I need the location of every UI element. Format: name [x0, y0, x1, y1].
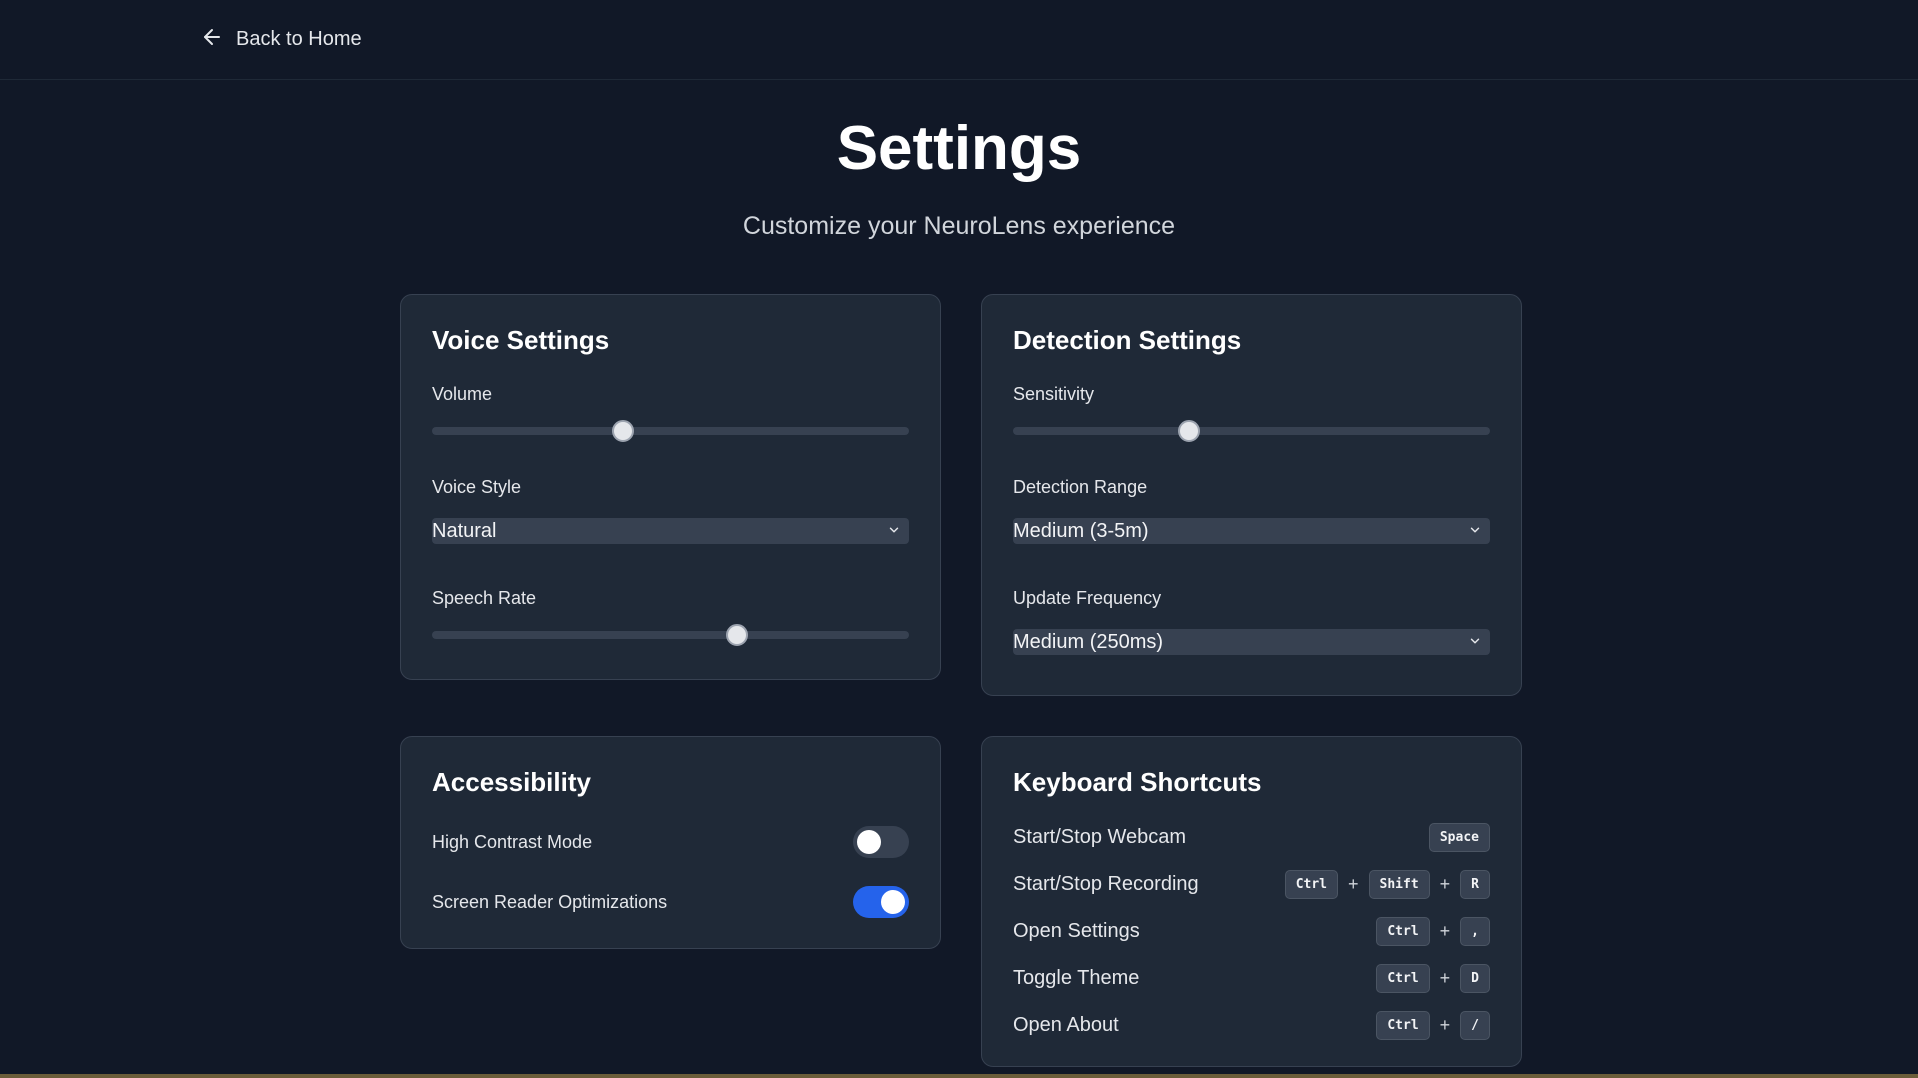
screen-reader-toggle[interactable] [853, 886, 909, 918]
key-cap: Ctrl [1376, 963, 1430, 993]
shortcut-label: Start/Stop Webcam [1013, 825, 1187, 848]
toggle-knob [857, 830, 881, 854]
detection-settings-title: Detection Settings [1013, 325, 1242, 355]
bottom-strip [0, 1074, 1918, 1078]
shortcut-keys: Ctrl + D [1376, 963, 1490, 993]
voice-settings-title: Voice Settings [432, 325, 610, 355]
key-cap: Ctrl [1376, 1010, 1430, 1040]
key-cap: , [1460, 916, 1490, 946]
page-subtitle: Customize your NeuroLens experience [742, 212, 1176, 240]
key-separator: + [1439, 873, 1451, 894]
toggle-knob [881, 890, 905, 914]
page-header: Settings Customize your NeuroLens experi… [0, 118, 1918, 241]
high-contrast-label: High Contrast Mode [432, 831, 593, 852]
accessibility-title: Accessibility [432, 767, 591, 797]
shortcut-keys: Ctrl +, [1376, 916, 1490, 946]
shortcut-keys: Ctrl + Shift + R [1284, 869, 1490, 899]
sensitivity-slider[interactable] [1013, 420, 1490, 442]
detection-range-select[interactable]: Medium (3-5m) [1013, 518, 1490, 544]
top-bar: Back to Home [0, 0, 1918, 80]
arrow-left-icon [200, 25, 224, 55]
key-separator: + [1439, 1014, 1451, 1035]
volume-label: Volume [432, 384, 493, 404]
key-cap: / [1460, 1010, 1490, 1040]
update-frequency-label: Update Frequency [1013, 588, 1162, 608]
key-cap: D [1460, 963, 1490, 993]
detection-range-label: Detection Range [1013, 477, 1148, 497]
voice-style-label: Voice Style [432, 477, 522, 497]
accessibility-card: Accessibility High Contrast Mode Screen … [400, 736, 941, 949]
key-cap: R [1460, 869, 1490, 899]
speech-rate-label: Speech Rate [432, 588, 537, 608]
high-contrast-row: High Contrast Mode [432, 826, 909, 858]
shortcut-row: Open Settings Ctrl +, [1013, 914, 1490, 948]
page-title: Settings [836, 114, 1082, 183]
key-cap: Ctrl [1376, 916, 1430, 946]
speech-rate-slider[interactable] [432, 624, 909, 646]
detection-range-value: Medium (3-5m) [1013, 519, 1149, 542]
chevron-down-icon [889, 527, 899, 533]
voice-style-value: Natural [432, 519, 497, 542]
shortcut-label: Start/Stop Recording [1013, 872, 1199, 895]
screen-reader-row: Screen Reader Optimizations [432, 886, 909, 918]
back-link-label: Back to Home [236, 28, 362, 50]
shortcut-keys: Space [1428, 822, 1490, 852]
shortcut-keys: Ctrl + / [1376, 1010, 1490, 1040]
voice-settings-card: Voice Settings Volume Voice Style Natura… [400, 294, 941, 680]
shortcut-label: Open About [1013, 1013, 1119, 1036]
shortcut-label: Open Settings [1013, 919, 1140, 942]
voice-style-select[interactable]: Natural [432, 518, 909, 544]
key-cap: Ctrl [1284, 869, 1338, 899]
settings-grid: Voice Settings Volume Voice Style Natura… [400, 294, 1522, 1067]
key-separator: + [1348, 873, 1359, 894]
back-to-home-link[interactable]: Back to Home [200, 25, 362, 55]
speech-rate-slider-thumb[interactable] [726, 624, 749, 646]
key-cap: Space [1428, 822, 1490, 852]
key-separator: + [1439, 920, 1451, 941]
shortcut-row: Start/Stop Recording Ctrl + Shift + R [1013, 867, 1490, 901]
shortcut-label: Toggle Theme [1013, 966, 1140, 989]
sensitivity-label: Sensitivity [1013, 384, 1095, 404]
key-separator: + [1439, 967, 1451, 988]
chevron-down-icon [1470, 527, 1480, 533]
volume-slider[interactable] [432, 420, 909, 442]
detection-settings-card: Detection Settings Sensitivity Detection… [981, 294, 1522, 696]
update-frequency-select[interactable]: Medium (250ms) [1013, 629, 1490, 655]
screen-reader-label: Screen Reader Optimizations [432, 891, 668, 912]
keyboard-shortcuts-card: Keyboard Shortcuts Start/Stop Webcam Spac… [981, 736, 1522, 1067]
shortcut-row: Open About Ctrl + / [1013, 1008, 1490, 1042]
sensitivity-slider-thumb[interactable] [1178, 420, 1201, 442]
update-frequency-value: Medium (250ms) [1013, 630, 1164, 653]
volume-slider-thumb[interactable] [611, 420, 634, 442]
chevron-down-icon [1470, 638, 1480, 644]
key-cap: Shift [1368, 869, 1430, 899]
shortcut-list: Start/Stop Webcam Space Start/Stop Recordi… [1013, 820, 1490, 1042]
shortcut-row: Toggle Theme Ctrl + D [1013, 961, 1490, 995]
keyboard-shortcuts-title: Keyboard Shortcuts [1013, 767, 1262, 797]
shortcut-row: Start/Stop Webcam Space [1013, 820, 1490, 854]
high-contrast-toggle[interactable] [853, 826, 909, 858]
